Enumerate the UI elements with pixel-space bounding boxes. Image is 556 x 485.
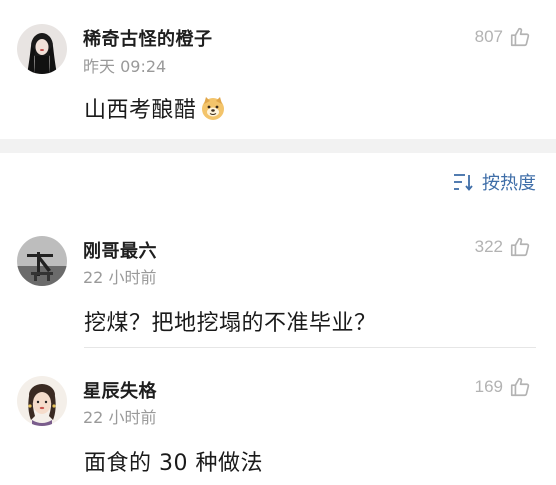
username[interactable]: 星辰失格 — [83, 377, 157, 403]
like-count: 807 — [474, 27, 503, 46]
section-separator — [0, 139, 556, 153]
like-count: 322 — [474, 237, 503, 256]
comment-text: 面食的 30 种做法 — [84, 451, 263, 476]
timestamp: 22 小时前 — [83, 268, 157, 287]
avatar[interactable] — [17, 376, 67, 426]
comment-body: 山西考酿醋 — [84, 98, 197, 123]
avatar[interactable] — [17, 236, 67, 286]
thumbs-up-icon — [510, 27, 530, 47]
timestamp: 22 小时前 — [83, 408, 157, 427]
timestamp: 昨天 09:24 — [83, 57, 167, 76]
avatar[interactable] — [17, 24, 67, 74]
like-button[interactable]: 807 — [475, 25, 531, 49]
comment-list: 按热度 刚哥最六 22 小时前 322 挖煤？把地挖塌的不准毕业？ 星辰失格 2… — [0, 153, 556, 485]
like-count: 169 — [474, 377, 503, 396]
username[interactable]: 刚哥最六 — [83, 237, 157, 263]
like-button[interactable]: 322 — [475, 235, 531, 259]
comment-text: 挖煤？把地挖塌的不准毕业？ — [84, 311, 377, 336]
dog-face-emoji — [201, 97, 224, 120]
sort-icon — [454, 174, 473, 191]
thumbs-up-icon — [510, 237, 530, 257]
divider — [84, 347, 536, 348]
thumbs-up-icon — [510, 377, 530, 397]
username[interactable]: 稀奇古怪的橙子 — [83, 25, 213, 51]
sort-by-popularity-button[interactable]: 按热度 — [452, 169, 536, 195]
like-button[interactable]: 169 — [475, 375, 531, 399]
comment-item-top: 稀奇古怪的橙子 昨天 09:24 807 山西考酿醋 — [0, 0, 556, 139]
sort-label: 按热度 — [482, 173, 536, 194]
comment-text: 山西考酿醋 — [84, 92, 226, 124]
